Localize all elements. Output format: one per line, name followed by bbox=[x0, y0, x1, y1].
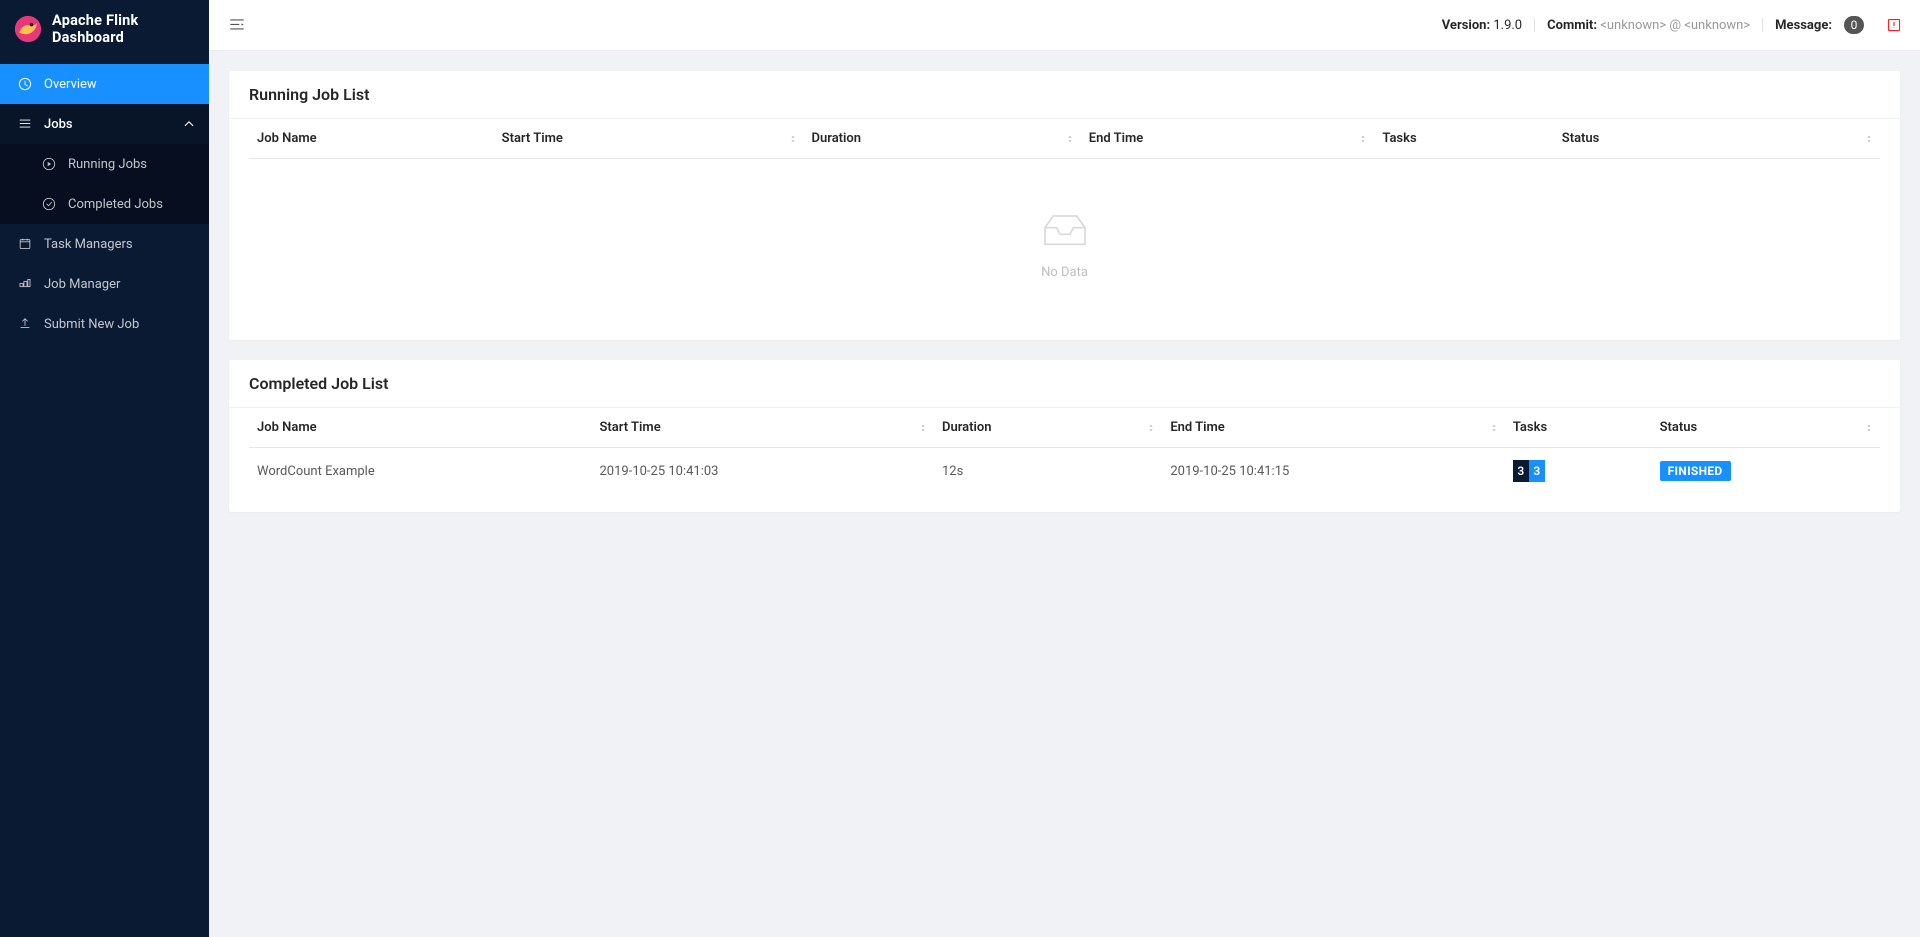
running-jobs-panel: Running Job List Job Name Start Time Dur… bbox=[229, 71, 1900, 340]
sidebar-item-task-managers[interactable]: Task Managers bbox=[0, 224, 209, 264]
version-block: Version: 1.9.0 bbox=[1442, 18, 1522, 33]
commit-at: @ bbox=[1669, 18, 1681, 33]
message-block: Message: bbox=[1775, 18, 1832, 33]
schedule-icon bbox=[16, 237, 34, 251]
sort-icon bbox=[1864, 421, 1874, 435]
commit-date: <unknown> bbox=[1684, 18, 1750, 33]
sort-icon bbox=[1146, 421, 1156, 435]
cell-job-name: WordCount Example bbox=[249, 448, 592, 495]
topbar: Version: 1.9.0 Commit: <unknown> @ <unkn… bbox=[209, 0, 1920, 51]
cell-status: FINISHED bbox=[1652, 448, 1880, 495]
table-row[interactable]: WordCount Example 2019-10-25 10:41:03 12… bbox=[249, 448, 1880, 495]
commit-hash: <unknown> bbox=[1600, 18, 1666, 33]
play-circle-icon bbox=[40, 157, 58, 171]
app-title: Apache Flink Dashboard bbox=[52, 12, 195, 46]
sidebar-item-submit-new-job[interactable]: Submit New Job bbox=[0, 304, 209, 344]
sidebar-jobs-submenu: Running Jobs Completed Jobs bbox=[0, 144, 209, 224]
sort-icon bbox=[1864, 132, 1874, 146]
flink-logo-icon bbox=[14, 15, 42, 43]
sort-icon bbox=[1065, 132, 1075, 146]
cell-start-time: 2019-10-25 10:41:03 bbox=[592, 448, 935, 495]
divider bbox=[1762, 18, 1763, 32]
chevron-up-icon bbox=[183, 118, 195, 130]
col-tasks[interactable]: Tasks bbox=[1505, 408, 1652, 448]
message-label: Message: bbox=[1775, 18, 1832, 33]
message-count-badge[interactable]: 0 bbox=[1844, 16, 1864, 34]
main-area: Version: 1.9.0 Commit: <unknown> @ <unkn… bbox=[209, 0, 1920, 937]
sidebar-subitem-running-jobs[interactable]: Running Jobs bbox=[0, 144, 209, 184]
sidebar: Apache Flink Dashboard Overview Jobs Run bbox=[0, 0, 209, 937]
upload-icon bbox=[16, 317, 34, 331]
cell-end-time: 2019-10-25 10:41:15 bbox=[1162, 448, 1505, 495]
task-badge-finished: 3 bbox=[1529, 460, 1545, 482]
sidebar-menu: Overview Jobs Running Jobs Comp bbox=[0, 64, 209, 344]
col-job-name[interactable]: Job Name bbox=[249, 119, 494, 159]
col-end-time[interactable]: End Time bbox=[1081, 119, 1375, 159]
col-start-time[interactable]: Start Time bbox=[592, 408, 935, 448]
col-start-time[interactable]: Start Time bbox=[494, 119, 804, 159]
commit-block: Commit: <unknown> @ <unknown> bbox=[1547, 18, 1750, 33]
alert-icon[interactable] bbox=[1886, 17, 1902, 33]
sort-icon bbox=[918, 421, 928, 435]
completed-jobs-panel-title: Completed Job List bbox=[229, 360, 1900, 408]
sidebar-item-overview[interactable]: Overview bbox=[0, 64, 209, 104]
completed-jobs-table: Job Name Start Time Duration End Time Ta… bbox=[249, 408, 1880, 494]
sidebar-item-label: Running Jobs bbox=[68, 157, 147, 172]
sidebar-item-label: Jobs bbox=[44, 117, 73, 132]
version-label: Version: bbox=[1442, 18, 1490, 33]
running-jobs-empty-state: No Data bbox=[257, 171, 1872, 310]
topbar-meta: Version: 1.9.0 Commit: <unknown> @ <unkn… bbox=[1442, 16, 1902, 34]
version-value: 1.9.0 bbox=[1493, 18, 1522, 33]
bars-icon bbox=[16, 117, 34, 131]
col-status[interactable]: Status bbox=[1652, 408, 1880, 448]
sidebar-header: Apache Flink Dashboard bbox=[0, 0, 209, 64]
col-job-name[interactable]: Job Name bbox=[249, 408, 592, 448]
col-status[interactable]: Status bbox=[1554, 119, 1880, 159]
col-end-time[interactable]: End Time bbox=[1162, 408, 1505, 448]
running-jobs-table: Job Name Start Time Duration End Time Ta… bbox=[249, 119, 1880, 322]
col-duration[interactable]: Duration bbox=[804, 119, 1081, 159]
running-jobs-panel-title: Running Job List bbox=[229, 71, 1900, 119]
sidebar-item-label: Job Manager bbox=[44, 277, 120, 292]
empty-text: No Data bbox=[257, 265, 1872, 280]
task-badge-total: 3 bbox=[1513, 460, 1529, 482]
sidebar-item-job-manager[interactable]: Job Manager bbox=[0, 264, 209, 304]
empty-box-icon bbox=[1038, 211, 1092, 251]
sidebar-item-jobs[interactable]: Jobs bbox=[0, 104, 209, 144]
collapse-sidebar-button[interactable] bbox=[227, 15, 247, 35]
task-badges: 3 3 bbox=[1513, 460, 1545, 482]
cell-tasks: 3 3 bbox=[1505, 448, 1652, 495]
col-duration[interactable]: Duration bbox=[934, 408, 1162, 448]
sidebar-item-label: Overview bbox=[44, 77, 97, 92]
sidebar-item-label: Task Managers bbox=[44, 237, 133, 252]
content: Running Job List Job Name Start Time Dur… bbox=[209, 51, 1920, 937]
col-tasks[interactable]: Tasks bbox=[1374, 119, 1553, 159]
cell-duration: 12s bbox=[934, 448, 1162, 495]
sort-icon bbox=[1358, 132, 1368, 146]
divider bbox=[1534, 18, 1535, 32]
status-badge: FINISHED bbox=[1660, 461, 1731, 481]
completed-jobs-panel: Completed Job List Job Name Start Time D… bbox=[229, 360, 1900, 512]
check-circle-icon bbox=[40, 197, 58, 211]
build-icon bbox=[16, 277, 34, 291]
sort-icon bbox=[1489, 421, 1499, 435]
sort-icon bbox=[788, 132, 798, 146]
sidebar-subitem-completed-jobs[interactable]: Completed Jobs bbox=[0, 184, 209, 224]
commit-label: Commit: bbox=[1547, 18, 1597, 33]
dashboard-icon bbox=[16, 77, 34, 91]
sidebar-item-label: Completed Jobs bbox=[68, 197, 163, 212]
sidebar-item-label: Submit New Job bbox=[44, 317, 139, 332]
